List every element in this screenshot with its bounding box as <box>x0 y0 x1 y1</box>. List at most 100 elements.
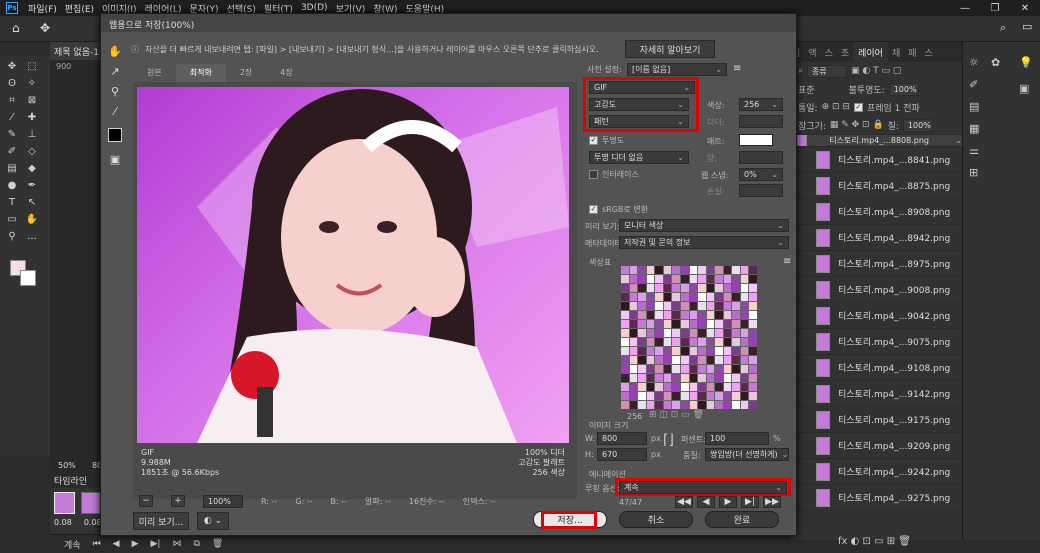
color-swatch[interactable] <box>638 392 646 400</box>
preset-select[interactable]: [이름 없음] <box>627 63 727 76</box>
color-swatch[interactable] <box>621 338 629 346</box>
color-swatch[interactable] <box>706 284 715 292</box>
color-swatch[interactable] <box>638 356 646 364</box>
color-swatch[interactable] <box>680 401 689 409</box>
tab-styles[interactable]: 스 <box>921 46 937 59</box>
color-swatch[interactable] <box>680 275 689 283</box>
color-swatch[interactable] <box>638 320 646 328</box>
fill-value[interactable]: 100% <box>902 118 933 132</box>
hand-icon[interactable]: ✋ <box>105 42 125 60</box>
color-swatch[interactable] <box>646 347 655 355</box>
color-swatch[interactable] <box>663 374 672 382</box>
percent-input[interactable]: 100 <box>705 432 769 445</box>
color-swatch[interactable] <box>732 266 740 274</box>
color-swatch[interactable] <box>689 383 698 391</box>
slice-select-icon[interactable]: ↗ <box>105 62 125 80</box>
color-swatch[interactable] <box>646 311 655 319</box>
colors-select[interactable]: 256 <box>739 98 783 111</box>
color-swatch[interactable] <box>621 365 629 373</box>
color-swatch[interactable] <box>646 266 655 274</box>
color-swatch[interactable] <box>621 356 629 364</box>
tab-layers[interactable]: 레이어 <box>853 42 888 62</box>
color-swatch[interactable] <box>646 275 655 283</box>
frame-delay[interactable]: 0.08 <box>84 518 102 527</box>
loop-option[interactable]: 계속 <box>64 538 81 551</box>
amount-value[interactable] <box>739 151 783 164</box>
color-swatch[interactable] <box>689 329 698 337</box>
color-swatch[interactable] <box>629 320 638 328</box>
color-swatch[interactable] <box>698 347 706 355</box>
color-swatch[interactable] <box>655 293 663 301</box>
color-swatch[interactable] <box>672 266 680 274</box>
loop-select[interactable]: 계속 <box>619 481 787 494</box>
color-swatch[interactable] <box>715 365 723 373</box>
blend-mode[interactable]: 표준 <box>798 83 815 96</box>
color-swatch[interactable] <box>621 347 629 355</box>
color-swatch[interactable] <box>740 365 749 373</box>
color-swatch[interactable] <box>663 329 672 337</box>
color-swatch[interactable] <box>629 356 638 364</box>
color-swatch[interactable] <box>723 365 732 373</box>
menu-3d[interactable]: 3D(D) <box>297 3 332 13</box>
layer-row[interactable]: 티스토리.mp4_...9075.png <box>788 329 967 355</box>
tab-paths[interactable]: 패 <box>904 46 920 59</box>
color-swatch[interactable] <box>715 392 723 400</box>
color-swatch[interactable] <box>689 275 698 283</box>
color-swatch[interactable] <box>749 383 757 391</box>
color-swatch[interactable] <box>646 365 655 373</box>
color-swatch[interactable] <box>621 311 629 319</box>
color-swatch[interactable] <box>672 302 680 310</box>
color-swatch[interactable] <box>689 284 698 292</box>
color-table-menu-icon[interactable]: ≡ <box>783 256 791 267</box>
sliders-icon[interactable]: ⚌ <box>969 144 1034 157</box>
color-swatch[interactable] <box>689 266 698 274</box>
color-swatch[interactable] <box>706 374 715 382</box>
color-swatch[interactable] <box>698 338 706 346</box>
color-swatch[interactable] <box>655 275 663 283</box>
color-swatch[interactable] <box>672 320 680 328</box>
color-swatch[interactable] <box>723 266 732 274</box>
color-swatch[interactable] <box>723 302 732 310</box>
color-swatch[interactable] <box>715 374 723 382</box>
color-swatch[interactable] <box>655 383 663 391</box>
color-swatch[interactable] <box>655 356 663 364</box>
color-swatch[interactable] <box>629 392 638 400</box>
color-swatch[interactable] <box>740 293 749 301</box>
color-swatch[interactable] <box>715 356 723 364</box>
height-input[interactable]: 670 <box>597 448 647 461</box>
color-swatch[interactable] <box>663 293 672 301</box>
color-swatch[interactable] <box>680 338 689 346</box>
brush-icon[interactable]: ✎ <box>2 126 22 143</box>
layer-row[interactable]: 티스토리.mp4_...8908.png <box>788 199 967 225</box>
link-icon[interactable]: ⌈⌋ <box>663 432 674 448</box>
next-frame-button[interactable]: ▶| <box>741 496 759 508</box>
color-swatch[interactable] <box>655 392 663 400</box>
color-swatch[interactable] <box>629 347 638 355</box>
timeline-frame[interactable] <box>54 492 75 514</box>
color-swatch[interactable] <box>740 266 749 274</box>
color-swatch[interactable] <box>715 383 723 391</box>
color-swatch[interactable] <box>698 293 706 301</box>
color-swatch[interactable] <box>689 374 698 382</box>
color-swatch[interactable] <box>740 311 749 319</box>
eyedropper-icon[interactable]: ⁄ <box>105 102 125 120</box>
maximize-icon[interactable]: ❐ <box>980 3 1010 14</box>
eraser-icon[interactable]: ◇ <box>22 143 42 160</box>
color-swatch[interactable] <box>655 266 663 274</box>
color-swatch[interactable] <box>680 320 689 328</box>
color-swatch[interactable] <box>638 275 646 283</box>
color-swatch[interactable] <box>689 302 698 310</box>
next-frame-icon[interactable]: ▶| <box>151 539 161 549</box>
zoom-in-button[interactable]: + <box>171 495 185 507</box>
color-swatch[interactable] <box>698 383 706 391</box>
color-swatch[interactable] <box>706 365 715 373</box>
color-swatch[interactable] <box>698 266 706 274</box>
color-swatch[interactable] <box>655 401 663 409</box>
properties-icon[interactable]: ▣ <box>1019 82 1029 95</box>
color-swatch[interactable] <box>672 329 680 337</box>
slice-visibility-icon[interactable]: ▣ <box>105 150 125 168</box>
color-swatch[interactable] <box>689 356 698 364</box>
color-swatch[interactable] <box>655 347 663 355</box>
color-swatch[interactable] <box>715 401 723 409</box>
lasso-icon[interactable]: ʘ <box>2 75 22 92</box>
